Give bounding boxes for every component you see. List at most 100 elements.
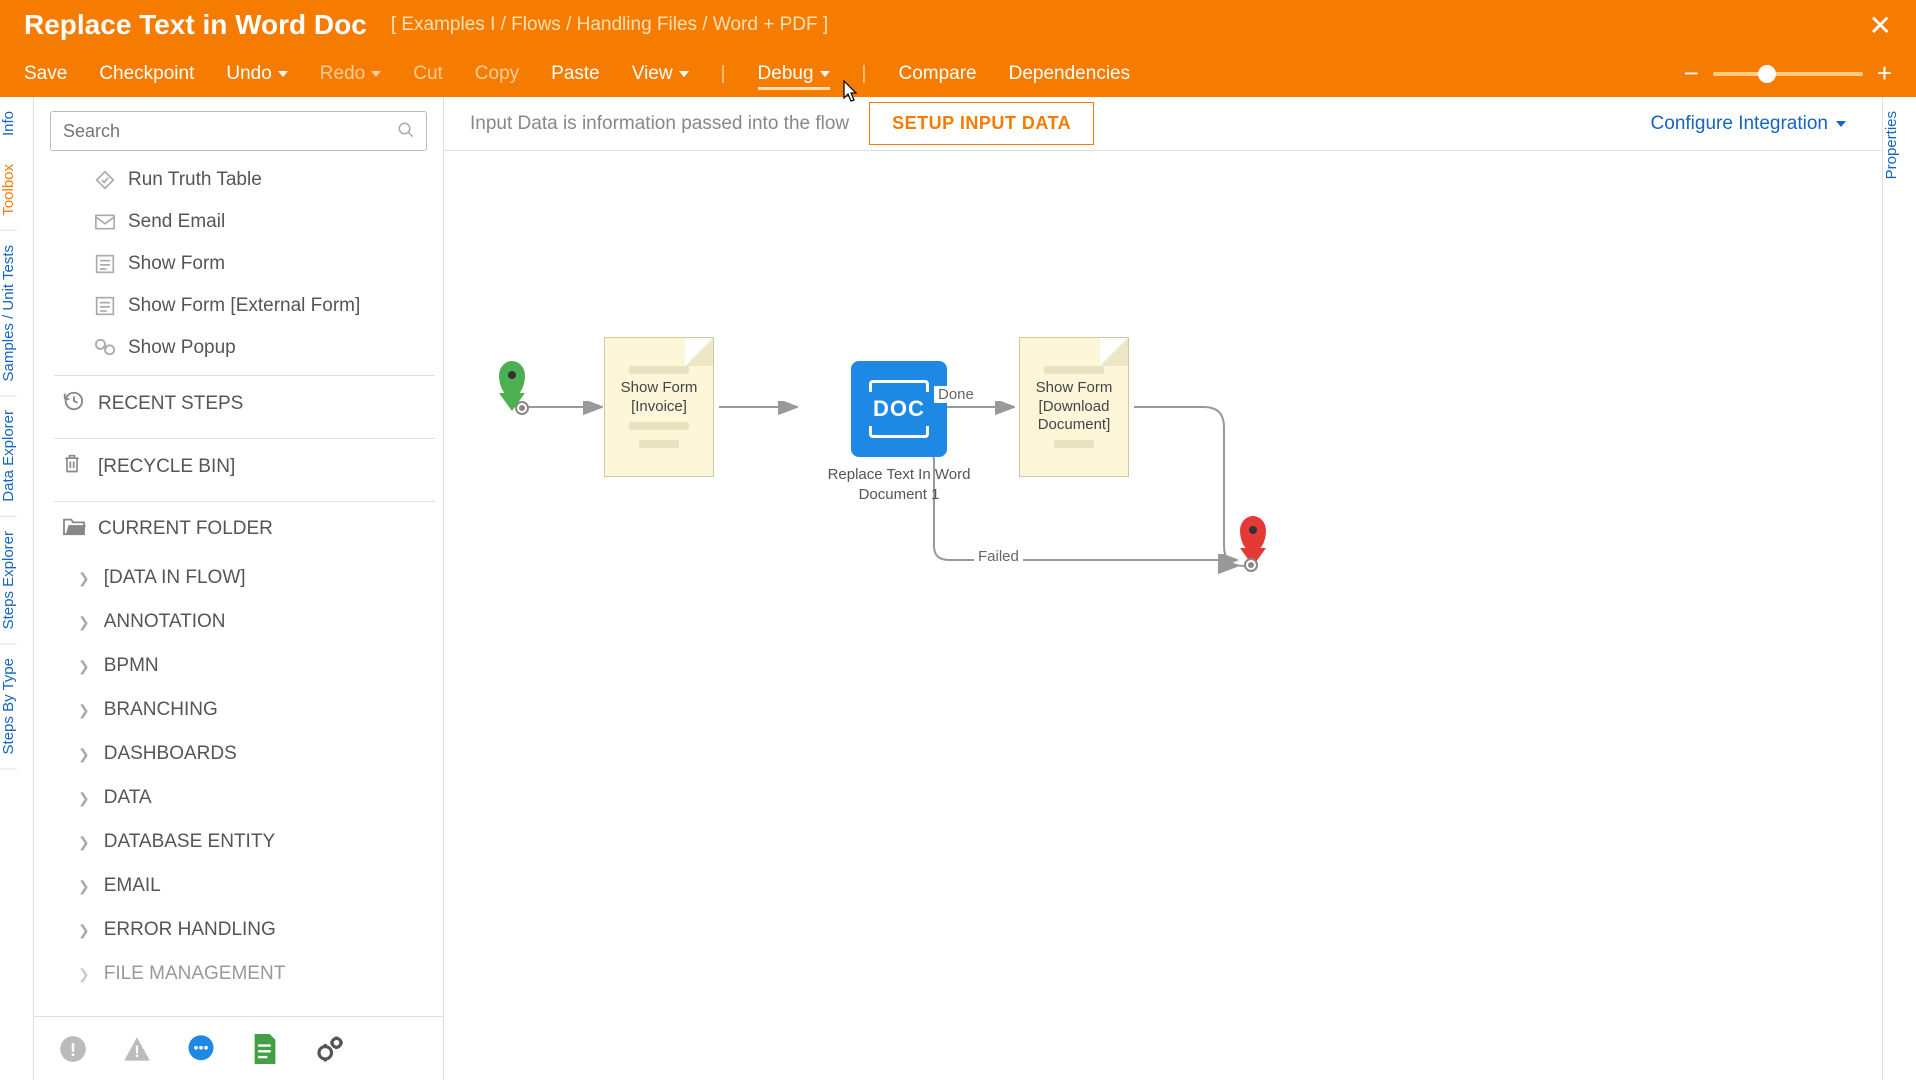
document-shape-icon: Show Form[DownloadDocument] [1019, 337, 1129, 477]
history-icon [62, 390, 86, 418]
rail-tab-data-explorer[interactable]: Data Explorer [0, 396, 17, 517]
section-recent-steps[interactable]: RECENT STEPS [54, 375, 435, 432]
flow-node-show-form-download[interactable]: Show Form[DownloadDocument] [1019, 337, 1129, 477]
folder-item[interactable]: ❯[DATA IN FLOW] [54, 556, 435, 600]
toolbox-item[interactable]: Send Email [54, 201, 435, 243]
mail-icon [94, 211, 116, 233]
rail-tab-steps-explorer[interactable]: Steps Explorer [0, 517, 17, 644]
end-port[interactable] [1244, 558, 1258, 572]
document-icon[interactable] [250, 1034, 280, 1064]
section-current-folder[interactable]: CURRENT FOLDER [54, 501, 435, 556]
diamond-check-icon [94, 169, 116, 191]
folder-open-icon [62, 516, 86, 542]
toolbox-item[interactable]: Show Form [External Form] [54, 285, 435, 327]
chevron-down-icon [820, 71, 830, 77]
chevron-right-icon: ❯ [78, 570, 90, 587]
folder-item[interactable]: ❯BRANCHING [54, 688, 435, 732]
chevron-right-icon: ❯ [78, 614, 90, 631]
folder-item[interactable]: ❯ANNOTATION [54, 600, 435, 644]
title-row: Replace Text in Word Doc [ Examples I / … [0, 0, 1916, 50]
folder-item[interactable]: ❯DATA [54, 776, 435, 820]
toolbox-tree[interactable]: Run Truth Table Send Email Show Form Sho… [34, 159, 443, 1016]
chevron-right-icon: ❯ [78, 746, 90, 763]
start-node[interactable] [499, 361, 525, 397]
start-port[interactable] [515, 401, 529, 415]
toolbox-item[interactable]: Show Form [54, 243, 435, 285]
folder-item[interactable]: ❯DATABASE ENTITY [54, 820, 435, 864]
warning-icon[interactable]: ! [122, 1034, 152, 1064]
trash-icon [62, 453, 86, 481]
popup-icon [94, 337, 116, 359]
toolbox-item[interactable]: Show Popup [54, 327, 435, 369]
chevron-down-icon [1836, 121, 1846, 127]
view-button[interactable]: View [632, 63, 689, 85]
zoom-out-button[interactable]: − [1684, 58, 1699, 89]
copy-button[interactable]: Copy [475, 63, 519, 85]
chevron-right-icon: ❯ [78, 966, 90, 983]
info-icon[interactable]: ! [58, 1034, 88, 1064]
flow-edges [444, 151, 1882, 1080]
compare-button[interactable]: Compare [898, 63, 976, 85]
folder-item[interactable]: ❯BPMN [54, 644, 435, 688]
chevron-down-icon [371, 71, 381, 77]
folder-item[interactable]: ❯ERROR HANDLING [54, 908, 435, 952]
rail-tab-info[interactable]: Info [0, 97, 17, 150]
edge-label-done: Done [934, 386, 978, 403]
sidebar-footer: ! ! [34, 1016, 443, 1080]
page-title: Replace Text in Word Doc [24, 9, 367, 41]
chevron-right-icon: ❯ [78, 790, 90, 807]
end-node[interactable] [1240, 516, 1266, 552]
search-wrap [34, 97, 443, 159]
cut-button[interactable]: Cut [413, 63, 443, 85]
rail-tab-samples[interactable]: Samples / Unit Tests [0, 231, 17, 396]
toolbox-sidebar: Run Truth Table Send Email Show Form Sho… [34, 97, 444, 1080]
svg-text:!: ! [70, 1039, 76, 1060]
section-recycle-bin[interactable]: [RECYCLE BIN] [54, 438, 435, 495]
search-input[interactable] [50, 111, 427, 151]
right-rail: Properties [1882, 97, 1916, 1080]
menu-separator: | [862, 63, 867, 85]
node-label: Replace Text In Word Document 1 [799, 465, 999, 504]
close-icon[interactable]: ✕ [1869, 9, 1892, 42]
zoom-slider[interactable] [1713, 72, 1863, 76]
breadcrumb[interactable]: [ Examples I / Flows / Handling Files / … [391, 14, 828, 36]
setup-input-data-button[interactable]: SETUP INPUT DATA [869, 102, 1094, 145]
menu-separator: | [721, 63, 726, 85]
chevron-down-icon [278, 71, 288, 77]
chevron-right-icon: ❯ [78, 834, 90, 851]
checkpoint-button[interactable]: Checkpoint [99, 63, 194, 85]
zoom-in-button[interactable]: + [1877, 58, 1892, 89]
save-button[interactable]: Save [24, 63, 67, 85]
redo-button[interactable]: Redo [320, 63, 381, 85]
toolbox-item[interactable]: Run Truth Table [54, 159, 435, 201]
folder-item[interactable]: ❯EMAIL [54, 864, 435, 908]
search-icon[interactable] [397, 121, 415, 144]
chat-icon[interactable] [186, 1034, 216, 1064]
folder-item[interactable]: ❯DASHBOARDS [54, 732, 435, 776]
chevron-right-icon: ❯ [78, 702, 90, 719]
configure-integration-button[interactable]: Configure Integration [1651, 113, 1846, 135]
folder-item[interactable]: ❯FILE MANAGEMENT [54, 952, 435, 996]
zoom-control: − + [1684, 58, 1892, 89]
paste-button[interactable]: Paste [551, 63, 600, 85]
input-data-hint: Input Data is information passed into th… [470, 113, 849, 135]
start-pin-icon [499, 361, 525, 397]
rail-tab-toolbox[interactable]: Toolbox [0, 150, 17, 231]
gear-icon[interactable] [314, 1034, 344, 1064]
flow-node-show-form-invoice[interactable]: Show Form[Invoice] [604, 337, 714, 477]
chevron-down-icon [679, 71, 689, 77]
top-bar: Replace Text in Word Doc [ Examples I / … [0, 0, 1916, 97]
left-rail: Info Toolbox Samples / Unit Tests Data E… [0, 97, 34, 1080]
svg-text:!: ! [134, 1043, 139, 1061]
flow-node-replace-text[interactable]: DOC Replace Text In Word Document 1 [799, 361, 999, 504]
document-shape-icon: Show Form[Invoice] [604, 337, 714, 477]
dependencies-button[interactable]: Dependencies [1009, 63, 1130, 85]
doc-blue-icon: DOC [851, 361, 947, 457]
undo-button[interactable]: Undo [226, 63, 287, 85]
rail-tab-properties[interactable]: Properties [1883, 97, 1900, 193]
form-icon [94, 295, 116, 317]
debug-button[interactable]: Debug [758, 63, 830, 90]
flow-canvas[interactable]: Show Form[Invoice] DOC Replace Text In W… [444, 151, 1882, 1080]
zoom-handle[interactable] [1758, 65, 1776, 83]
rail-tab-steps-by-type[interactable]: Steps By Type [0, 644, 17, 769]
